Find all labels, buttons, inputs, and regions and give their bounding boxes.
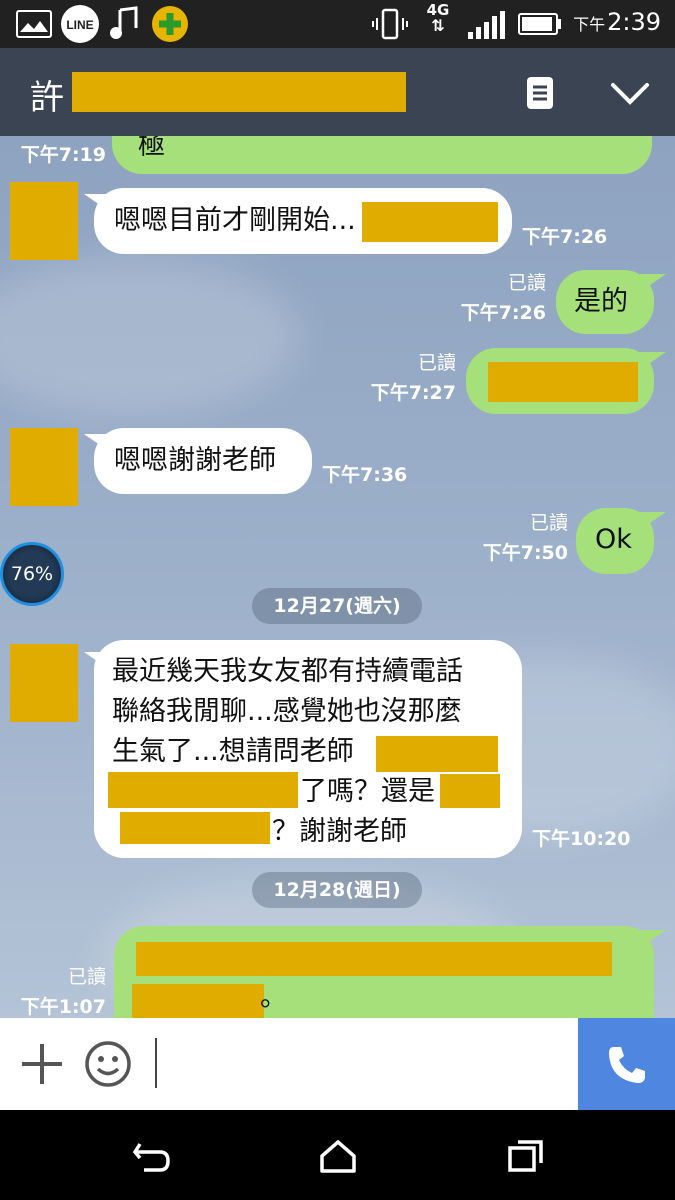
message-time: 下午7:36 — [322, 464, 408, 486]
message-meta: 已讀 下午1:07 — [8, 962, 106, 1018]
contact-name[interactable]: 許 — [30, 70, 64, 119]
battery-icon — [518, 13, 561, 35]
floating-memory-badge[interactable]: 76% — [0, 542, 64, 606]
back-icon[interactable] — [132, 1138, 172, 1174]
redaction-block — [362, 202, 498, 242]
message-bubble-incoming[interactable]: 最近幾天我女友都有持續電話 聯絡我閒聊...感覺她也沒那麼 生氣了...想請問老… — [94, 640, 522, 858]
message-text-field[interactable] — [155, 1038, 157, 1088]
gallery-icon — [16, 10, 52, 38]
read-receipt: 已讀 — [529, 512, 568, 534]
redaction-block — [108, 772, 298, 808]
message-line: 最近幾天我女友都有持續電話 — [112, 656, 463, 687]
status-time: 下午2:39 — [573, 8, 661, 36]
message-meta: 已讀 下午7:50 — [470, 508, 568, 568]
vibrate-icon — [372, 8, 408, 40]
redaction-block — [132, 984, 264, 1018]
network-type: 4G ⇅ — [426, 1, 450, 35]
message-line: 。 — [260, 982, 287, 1013]
message-meta: 下午7:26 — [522, 222, 612, 252]
redaction-block — [488, 362, 638, 402]
bubble-tail — [640, 274, 666, 292]
message-text: 嗯嗯目前才剛開始... — [114, 205, 356, 236]
chat-header: 許 — [0, 48, 675, 136]
message-time: 下午7:19 — [20, 144, 106, 166]
bubble-tail — [640, 352, 666, 370]
plus-icon[interactable] — [20, 1042, 64, 1086]
message-meta: 已讀 下午7:27 — [358, 348, 456, 408]
date-separator: 12月27(週六) — [252, 588, 422, 624]
svg-text:LINE: LINE — [66, 18, 93, 32]
navigation-bar — [0, 1110, 675, 1200]
redaction-block — [72, 72, 406, 112]
bubble-tail — [640, 512, 666, 530]
message-bubble-incoming[interactable]: 嗯嗯目前才剛開始... — [94, 188, 512, 254]
message-input-bar — [0, 1018, 675, 1110]
green-plus-app-icon — [152, 6, 188, 42]
message-text: 是的 — [574, 286, 628, 317]
message-bubble-incoming[interactable]: 嗯嗯謝謝老師 — [94, 428, 312, 494]
message-time: 下午7:26 — [460, 302, 546, 324]
status-bar: LINE 4G ⇅ 下午2:39 — [0, 0, 675, 48]
message-text: 極 — [138, 136, 165, 161]
message-line: 生氣了...想請問老師 — [112, 736, 354, 767]
message-line: 聯絡我閒聊...感覺她也沒那麼 — [112, 696, 462, 727]
redaction-block — [120, 812, 270, 844]
message-line: 了嗎？還是 — [300, 776, 435, 807]
chevron-down-icon[interactable] — [610, 80, 650, 108]
recents-icon[interactable] — [506, 1138, 546, 1174]
message-text: 嗯嗯謝謝老師 — [114, 445, 276, 476]
message-time: 下午1:07 — [20, 996, 106, 1018]
message-bubble-outgoing[interactable] — [466, 348, 654, 414]
message-bubble-outgoing[interactable]: 極 — [112, 136, 652, 174]
redaction-block — [136, 942, 612, 976]
chat-area[interactable]: 極 下午7:19 嗯嗯目前才剛開始... 下午7:26 已讀 下午7:26 是的… — [0, 136, 675, 1018]
avatar[interactable] — [10, 644, 78, 722]
call-button[interactable] — [578, 1018, 675, 1110]
avatar[interactable] — [10, 428, 78, 506]
redaction-block — [440, 774, 500, 808]
message-meta: 已讀 下午7:26 — [448, 268, 546, 328]
redaction-block — [376, 736, 498, 772]
message-meta: 下午7:19 — [16, 140, 106, 170]
background-cloud — [0, 256, 300, 416]
avatar[interactable] — [10, 182, 78, 260]
message-text: Ok — [595, 524, 632, 555]
read-receipt: 已讀 — [417, 352, 456, 374]
note-icon[interactable] — [524, 76, 556, 110]
message-line: ？謝謝老師 — [272, 816, 407, 847]
read-receipt: 已讀 — [67, 966, 106, 988]
message-time: 下午10:20 — [532, 828, 631, 850]
music-note-icon — [110, 6, 138, 39]
read-receipt: 已讀 — [507, 272, 546, 294]
message-meta: 下午10:20 — [532, 824, 642, 854]
date-separator: 12月28(週日) — [252, 872, 422, 908]
line-app-icon: LINE — [61, 5, 99, 43]
home-icon[interactable] — [318, 1138, 358, 1174]
message-time: 下午7:26 — [522, 226, 608, 248]
emoji-icon[interactable] — [84, 1040, 132, 1088]
bubble-tail — [640, 930, 666, 948]
message-meta: 下午7:36 — [322, 460, 412, 490]
signal-icon — [468, 11, 505, 39]
message-time: 下午7:27 — [370, 382, 456, 404]
message-time: 下午7:50 — [482, 542, 568, 564]
message-bubble-outgoing[interactable]: 。 — [114, 926, 654, 1018]
phone-icon — [609, 1047, 645, 1083]
